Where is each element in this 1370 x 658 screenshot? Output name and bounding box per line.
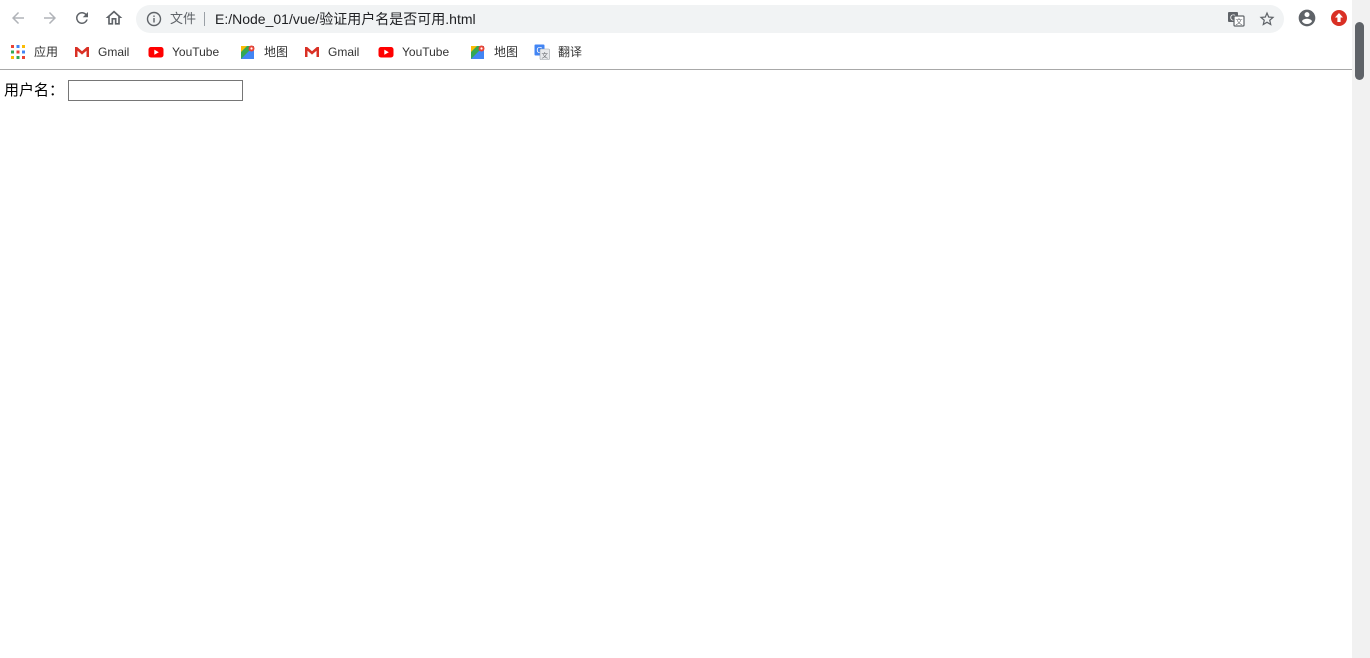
bookmark-label: YouTube [402,45,450,59]
translate-icon[interactable]: G文 [1227,10,1245,28]
arrow-left-icon [9,9,27,27]
bookmark-label: 应用 [34,45,59,59]
page-content: 用户名： [0,70,1352,658]
username-row: 用户名： [4,80,244,101]
reload-button[interactable] [70,6,94,30]
gmail-icon [74,44,90,60]
forward-button[interactable] [38,6,62,30]
bookmark-label: YouTube [172,45,220,59]
back-button[interactable] [6,6,30,30]
bookmark-youtube[interactable]: YouTube [148,43,219,61]
bookmarks-bar: 应用 Gmail YouTube 地图 Gmail YouTube 地图 G 文… [0,37,1370,70]
bookmark-maps[interactable]: 地图 [240,43,288,61]
bookmark-label: 地图 [264,45,289,59]
youtube-icon [378,44,394,60]
address-bar[interactable]: 文件 E:/Node_01/vue/验证用户名是否可用.html G文 [136,5,1284,33]
bookmark-label: Gmail [328,45,360,59]
bookmark-apps[interactable]: 应用 [10,43,58,61]
username-input[interactable] [68,80,244,101]
scheme-label: 文件 [170,11,197,26]
home-icon [104,8,124,28]
account-circle-icon [1297,9,1317,32]
star-icon[interactable] [1258,10,1276,28]
scrollbar-thumb[interactable] [1355,22,1364,80]
arrow-right-icon [41,9,59,27]
bookmark-maps[interactable]: 地图 [470,43,518,61]
omnibox-divider [204,12,205,26]
extension-icon [1330,10,1348,31]
gmail-icon [304,44,320,60]
bookmark-label: Gmail [98,45,130,59]
home-button[interactable] [102,6,126,30]
browser-window: 文件 E:/Node_01/vue/验证用户名是否可用.html G文 应用 G… [0,0,1370,658]
maps-icon [470,44,486,60]
bookmark-youtube[interactable]: YouTube [378,43,449,61]
bookmark-label: 地图 [494,45,519,59]
bookmark-gmail[interactable]: Gmail [74,43,129,61]
browser-toolbar: 文件 E:/Node_01/vue/验证用户名是否可用.html G文 [0,0,1370,37]
reload-icon [73,9,91,27]
url-text[interactable]: E:/Node_01/vue/验证用户名是否可用.html [215,10,476,28]
bookmark-label: 翻译 [558,45,583,59]
svg-text:文: 文 [1236,17,1243,26]
info-circle-icon[interactable] [146,11,162,27]
youtube-icon [148,44,164,60]
profile-button[interactable] [1297,8,1317,28]
vertical-scrollbar[interactable] [1352,0,1370,658]
bookmark-translate[interactable]: G文 翻译 [534,43,582,61]
extension-button[interactable] [1330,9,1348,27]
maps-icon [240,44,256,60]
translate-icon: G文 [534,44,550,60]
svg-text:文: 文 [541,50,548,59]
apps-grid-icon [10,44,26,60]
bookmark-gmail[interactable]: Gmail [304,43,359,61]
username-label: 用户名： [4,81,65,99]
